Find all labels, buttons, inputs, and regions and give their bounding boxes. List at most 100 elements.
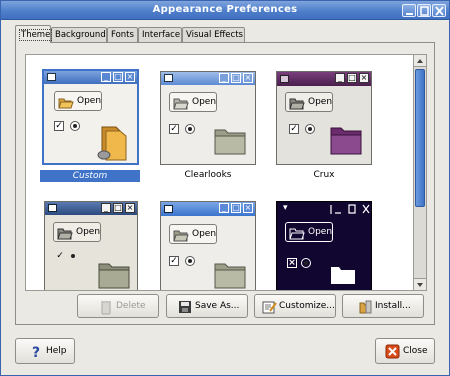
folder-icon [331,267,355,284]
folder-icon [214,129,246,155]
trash-icon [101,301,111,315]
title-bar[interactable]: Appearance Preferences [1,1,449,20]
delete-button[interactable]: Delete [77,294,159,318]
preview-open-button: Open [169,92,217,112]
theme-name-crux: Crux [313,170,335,180]
save-as-button-label: Save As... [195,301,240,311]
preview-open-label: Open [77,96,102,106]
theme-item[interactable]: ▾ Open × [276,201,376,290]
theme-name-clearlooks: Clearlooks [184,170,232,180]
window-menu-icon [280,75,289,83]
preview-window-buttons: _ □ × [335,73,369,83]
tab-theme-label: Theme [19,29,53,41]
appearance-preferences-window: Appearance Preferences Theme Background … [0,0,450,376]
preview-window-buttons [330,204,370,214]
theme-preview: _ □ × Open ✓ [42,69,139,165]
preview-open-button: Open [53,222,101,242]
install-icon [359,300,372,314]
close-window-icon[interactable] [432,4,446,17]
save-icon [179,301,191,313]
theme-item[interactable]: _ □ × Open ✓ [158,201,258,290]
tab-fonts[interactable]: Fonts [107,27,138,43]
preview-window-buttons: _ □ × [101,72,135,82]
tab-interface[interactable]: Interface [138,27,182,43]
tab-visual-effects[interactable]: Visual Effects [182,27,245,43]
folder-open-icon [58,98,74,109]
theme-preview: _ □ × Open ✓ [276,71,372,165]
folder-icon [214,263,246,289]
tab-background-label: Background [55,30,106,40]
theme-item-crux[interactable]: _ □ × Open ✓ Crux [276,69,376,185]
install-button-label: Install... [375,301,411,311]
preview-titlebar: _ □ × [161,202,255,216]
preview-titlebar: ▾ [277,202,371,216]
preview-titlebar: _ □ × [44,71,137,84]
preview-window-buttons: _ □ × [101,203,135,213]
vertical-scrollbar[interactable] [414,54,427,291]
preview-open-label: Open [192,229,217,239]
preview-titlebar: _ □ × [277,72,371,86]
preview-window-buttons: _ □ × [219,203,253,213]
folder-open-icon [173,98,189,110]
folder-icon [98,263,130,289]
window-menu-icon: ▾ [283,203,288,213]
install-button[interactable]: Install... [342,294,424,318]
folder-icon [330,127,362,155]
tab-fonts-label: Fonts [111,30,134,40]
close-button[interactable]: Close [375,338,435,364]
preview-radio [185,256,195,266]
save-as-button[interactable]: Save As... [166,294,248,318]
tab-visual-effects-label: Visual Effects [186,30,243,40]
theme-preview: _ □ × Open ✓ [160,71,256,165]
delete-button-label: Delete [116,301,146,311]
preview-open-button: Open [285,222,333,242]
customize-button[interactable]: Customize... [254,294,336,318]
theme-name-custom: Custom [40,170,140,182]
window-title: Appearance Preferences [152,4,298,15]
maximize-icon[interactable] [417,4,431,17]
theme-preview: _ □ × Open ✓ [44,201,138,290]
help-button[interactable]: ? Help [15,338,75,364]
scroll-down-arrow-icon[interactable] [414,278,426,290]
theme-item-clearlooks[interactable]: _ □ × Open ✓ Clearlooks [158,69,258,185]
preview-open-label: Open [308,227,333,237]
preview-radio [70,121,80,131]
window-menu-icon [47,73,56,81]
svg-text:?: ? [32,345,40,360]
folder-open-icon [173,230,189,242]
help-icon: ? [32,345,40,360]
preview-titlebar: _ □ × [45,202,137,215]
preview-window-buttons: _ □ × [219,73,253,83]
close-button-label: Close [403,346,428,356]
preview-checkbox: ✓ [169,124,179,134]
folder-open-icon [289,228,305,240]
scroll-up-arrow-icon[interactable] [414,55,426,67]
tab-theme[interactable]: Theme [15,25,53,43]
window-menu-icon [48,204,57,212]
theme-list[interactable]: _ □ × Open ✓ Custom _ □ × Open ✓ Clearlo… [25,54,414,291]
preview-checkbox: ✓ [56,251,64,261]
scrollbar-thumb[interactable] [415,69,425,207]
preview-checkbox: ✓ [169,256,179,266]
folder-icon [97,126,127,161]
preview-checkbox: × [287,258,297,268]
preview-open-button: Open [54,91,102,111]
theme-item[interactable]: _ □ × Open ✓ [40,201,140,290]
preview-open-label: Open [192,97,217,107]
window-menu-icon [164,205,173,213]
theme-item-custom[interactable]: _ □ × Open ✓ Custom [40,69,140,185]
preview-open-label: Open [308,97,333,107]
preview-open-button: Open [169,224,217,244]
preview-checkbox: ✓ [54,121,64,131]
preview-radio [69,252,79,262]
minimize-icon[interactable] [402,4,416,17]
tab-background[interactable]: Background [51,27,107,43]
theme-preview: _ □ × Open ✓ [160,201,256,290]
preview-open-label: Open [76,227,101,237]
theme-preview: ▾ Open × [276,201,372,290]
preview-checkbox: ✓ [289,124,299,134]
preview-radio [185,124,195,134]
customize-icon [262,301,277,314]
tab-interface-label: Interface [142,30,181,40]
preview-radio [305,124,315,134]
